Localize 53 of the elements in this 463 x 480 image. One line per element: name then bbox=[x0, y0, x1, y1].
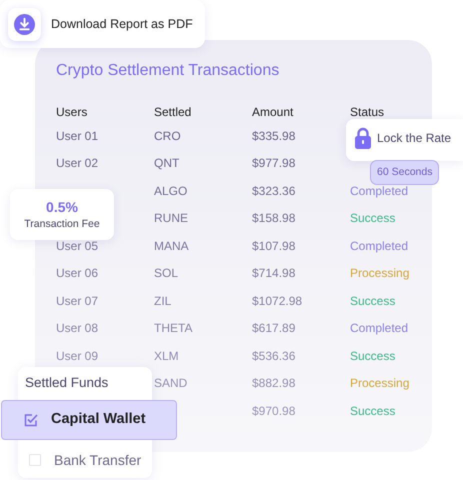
card-title: Crypto Settlement Transactions bbox=[56, 61, 280, 81]
table-cell: User 07 bbox=[56, 294, 98, 308]
table-cell: SAND bbox=[154, 376, 188, 390]
table-cell: MANA bbox=[154, 238, 189, 253]
status-text: Completed bbox=[350, 238, 408, 253]
download-icon bbox=[8, 8, 41, 40]
table-cell: $714.98 bbox=[252, 266, 296, 280]
checkbox-icon[interactable] bbox=[24, 413, 38, 427]
table-cell: ALGO bbox=[154, 184, 188, 198]
table-cell: SOL bbox=[154, 266, 178, 280]
fee-label: Transaction Fee bbox=[24, 216, 100, 232]
table-cell: $617.89 bbox=[252, 321, 296, 336]
lock-rate-label: Lock the Rate bbox=[377, 130, 452, 147]
option-item[interactable]: Bank Transfer bbox=[18, 441, 152, 479]
table-cell: $536.36 bbox=[252, 348, 296, 363]
column-header: Amount bbox=[252, 105, 294, 119]
table-cell: $970.98 bbox=[252, 404, 296, 418]
status-text: Success bbox=[350, 211, 396, 226]
table-cell: $107.98 bbox=[252, 238, 296, 253]
lock-icon bbox=[355, 127, 371, 149]
table-cell: User 09 bbox=[56, 348, 98, 363]
status-text: Processing bbox=[350, 266, 410, 280]
status-text: Processing bbox=[350, 376, 410, 390]
status-text: Completed bbox=[350, 321, 408, 336]
column-header: Settled bbox=[154, 105, 192, 119]
table-cell: RUNE bbox=[154, 211, 188, 226]
column-header: Status bbox=[350, 105, 384, 119]
status-text: Success bbox=[350, 404, 396, 418]
table-cell: User 02 bbox=[56, 156, 98, 170]
table-cell: $335.98 bbox=[252, 128, 296, 143]
status-text: Completed bbox=[350, 184, 408, 198]
fee-value: 0.5% bbox=[46, 198, 78, 216]
table-cell: ZIL bbox=[154, 294, 172, 308]
table-cell: CRO bbox=[154, 128, 181, 143]
table-cell: User 05 bbox=[56, 238, 98, 253]
table-cell: User 08 bbox=[56, 321, 98, 336]
table-cell: QNT bbox=[154, 156, 180, 170]
table-cell: $977.98 bbox=[252, 156, 296, 170]
table-cell: XLM bbox=[154, 348, 179, 363]
table-cell: User 06 bbox=[56, 266, 98, 280]
table-cell: User 01 bbox=[56, 128, 98, 143]
table-cell: $323.36 bbox=[252, 184, 296, 198]
option-item[interactable]: Capital Wallet bbox=[1, 400, 177, 440]
status-text: Success bbox=[350, 348, 396, 363]
table-cell: $1072.98 bbox=[252, 294, 302, 308]
timer-badge: 60 Seconds bbox=[370, 160, 440, 185]
download-button[interactable]: Download Report as PDF bbox=[8, 8, 193, 40]
column-header: Users bbox=[56, 105, 88, 119]
table-cell: $158.98 bbox=[252, 211, 296, 226]
table-cell: THETA bbox=[154, 321, 192, 336]
table-cell: $882.98 bbox=[252, 376, 296, 390]
status-text: Success bbox=[350, 294, 396, 308]
settled-funds-title: Settled Funds bbox=[25, 374, 108, 392]
